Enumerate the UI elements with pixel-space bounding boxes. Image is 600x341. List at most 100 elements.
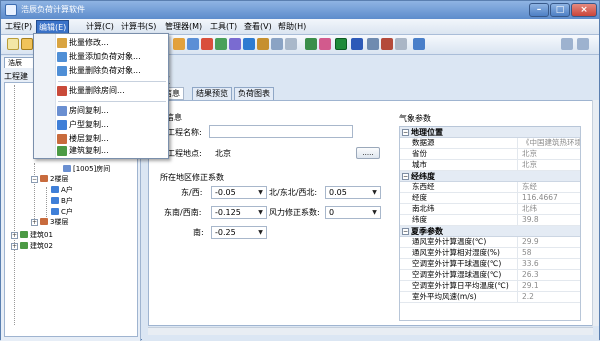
project-location-label: 工程地点:: [167, 149, 202, 158]
expand-toggle-icon[interactable]: +: [11, 243, 18, 250]
floor-icon: [40, 218, 48, 225]
n-ne-nw-select[interactable]: 0.05 ▼: [325, 186, 381, 199]
chevron-down-icon: ▼: [372, 189, 377, 196]
location-browse-button[interactable]: .....: [356, 147, 380, 159]
menu-edit[interactable]: 编辑(E): [36, 20, 70, 34]
grid-row[interactable]: 纬度 39.8: [400, 215, 580, 226]
grid-row[interactable]: 通风室外计算温度(℃) 29.9: [400, 237, 580, 248]
collapse-icon[interactable]: −: [402, 129, 409, 136]
nav-fwd-icon[interactable]: [577, 38, 589, 50]
grid-row[interactable]: 南北纬 北纬: [400, 204, 580, 215]
menu-help[interactable]: 帮助(H): [276, 20, 308, 34]
se-sw-select[interactable]: -0.125 ▼: [211, 206, 267, 219]
excel-icon[interactable]: [335, 38, 347, 50]
south-select[interactable]: -0.25 ▼: [211, 226, 267, 239]
calc-icon[interactable]: [243, 38, 255, 50]
new-icon[interactable]: [7, 38, 19, 50]
export-icon[interactable]: [381, 38, 393, 50]
menu-calculate[interactable]: 计算(C): [84, 20, 116, 34]
tree-item-floor-3[interactable]: 3楼层: [40, 218, 68, 227]
tree-item-unit-b[interactable]: B户: [51, 197, 73, 206]
expand-toggle-icon[interactable]: +: [11, 232, 18, 239]
nav-back-icon[interactable]: [561, 38, 573, 50]
building-icon: [20, 242, 28, 249]
grid-row[interactable]: 空调室外计算干球温度(℃) 33.6: [400, 259, 580, 270]
copy-room-icon: [57, 106, 67, 116]
grid-row[interactable]: 室外平均风速(m/s) 2.2: [400, 292, 580, 303]
chevron-down-icon: ▼: [258, 229, 263, 236]
section-summer-params[interactable]: − 夏季参数: [400, 226, 580, 237]
grid-row[interactable]: 通风室外计算相对湿度(%) 58: [400, 248, 580, 259]
batch-edit-icon: [57, 38, 67, 48]
help-icon[interactable]: [413, 38, 425, 50]
horizontal-scrollbar[interactable]: [148, 327, 593, 335]
copy-icon[interactable]: [215, 38, 227, 50]
menu-project[interactable]: 工程(P): [3, 20, 34, 34]
save-all-icon[interactable]: [187, 38, 199, 50]
meteo-property-grid[interactable]: − 地理位置 数据源 《中国建筑热环境 省份 北京 城市 北京 − 经纬度 东西经 东经 经…: [399, 126, 581, 321]
east-west-select[interactable]: -0.05 ▼: [211, 186, 267, 199]
title-bar: 浩辰负荷计算软件: [1, 1, 599, 19]
menu-item-copy-room[interactable]: 房间复制...: [34, 104, 168, 118]
menu-tools[interactable]: 工具(T): [208, 20, 239, 34]
tree-item-unit-c[interactable]: C户: [51, 208, 73, 217]
section-lat-long[interactable]: − 经纬度: [400, 171, 580, 182]
tree-item-building-01[interactable]: 建筑01: [20, 231, 53, 240]
menu-item-copy-building[interactable]: 建筑复制...: [34, 144, 168, 158]
expand-toggle-icon[interactable]: −: [31, 176, 38, 183]
settings-icon[interactable]: [395, 38, 407, 50]
menu-item-batch-delete-load[interactable]: 批量删除负荷对象...: [34, 64, 168, 78]
vertical-scrollbar[interactable]: [592, 100, 599, 326]
batch-delete-icon: [57, 66, 67, 76]
chevron-down-icon: ▼: [258, 209, 263, 216]
menu-item-batch-add-load[interactable]: 批量添加负荷对象...: [34, 50, 168, 64]
tree-item-unit-a[interactable]: A户: [51, 186, 73, 195]
floor-icon: [40, 175, 48, 182]
tab-load-chart[interactable]: 负荷图表: [234, 87, 274, 100]
unit-icon: [51, 208, 59, 215]
menu-item-batch-delete-room[interactable]: 批量删除房间...: [34, 84, 168, 98]
menu-manager[interactable]: 管理器(M): [163, 20, 204, 34]
tree-item-room-1005[interactable]: [1005]房间: [63, 165, 110, 174]
menu-item-copy-unit[interactable]: 户型复制...: [34, 118, 168, 132]
minimize-button[interactable]: –: [529, 3, 549, 17]
menu-report[interactable]: 计算书(S): [119, 20, 158, 34]
close-button[interactable]: ×: [571, 3, 597, 17]
collapse-icon[interactable]: −: [402, 228, 409, 235]
building-icon: [20, 231, 28, 238]
chart-icon[interactable]: [319, 38, 331, 50]
grid-row[interactable]: 东西经 东经: [400, 182, 580, 193]
grid-row[interactable]: 省份 北京: [400, 149, 580, 160]
menu-view[interactable]: 查看(V): [242, 20, 274, 34]
menu-item-batch-edit[interactable]: 批量修改...: [34, 36, 168, 50]
paste-icon[interactable]: [229, 38, 241, 50]
collapse-icon[interactable]: −: [402, 173, 409, 180]
table-icon[interactable]: [367, 38, 379, 50]
menu-separator: [58, 101, 166, 102]
section-geo-location[interactable]: − 地理位置: [400, 127, 580, 138]
grid-row[interactable]: 数据源 《中国建筑热环境: [400, 138, 580, 149]
grid-row[interactable]: 经度 116.4667: [400, 193, 580, 204]
grid-row[interactable]: 空调室外计算湿球温度(℃) 26.3: [400, 270, 580, 281]
project-name-input[interactable]: [209, 125, 353, 138]
save-icon[interactable]: [173, 38, 185, 50]
report-icon[interactable]: [257, 38, 269, 50]
app-logo-icon: [5, 4, 17, 16]
word-icon[interactable]: [351, 38, 363, 50]
tab-result-preview[interactable]: 结果预览: [192, 87, 232, 100]
zoom-in-icon[interactable]: [271, 38, 283, 50]
app-window: 浩辰负荷计算软件 – □ × 工程(P) 编辑(E) 计算(C) 计算书(S) …: [0, 0, 600, 341]
wind-correction-select[interactable]: 0 ▼: [325, 206, 381, 219]
open-icon[interactable]: [21, 38, 33, 50]
tree-item-building-02[interactable]: 建筑02: [20, 242, 53, 251]
cut-icon[interactable]: [201, 38, 213, 50]
south-label: 南:: [193, 228, 204, 237]
zoom-out-icon[interactable]: [285, 38, 297, 50]
refresh-icon[interactable]: [305, 38, 317, 50]
maximize-button[interactable]: □: [550, 3, 570, 17]
grid-row[interactable]: 城市 北京: [400, 160, 580, 171]
grid-row[interactable]: 空调室外计算日平均温度(℃) 29.1: [400, 281, 580, 292]
east-west-label: 东/西:: [181, 188, 203, 197]
tree-item-floor-2[interactable]: 2楼层: [40, 175, 68, 184]
expand-toggle-icon[interactable]: +: [31, 219, 38, 226]
